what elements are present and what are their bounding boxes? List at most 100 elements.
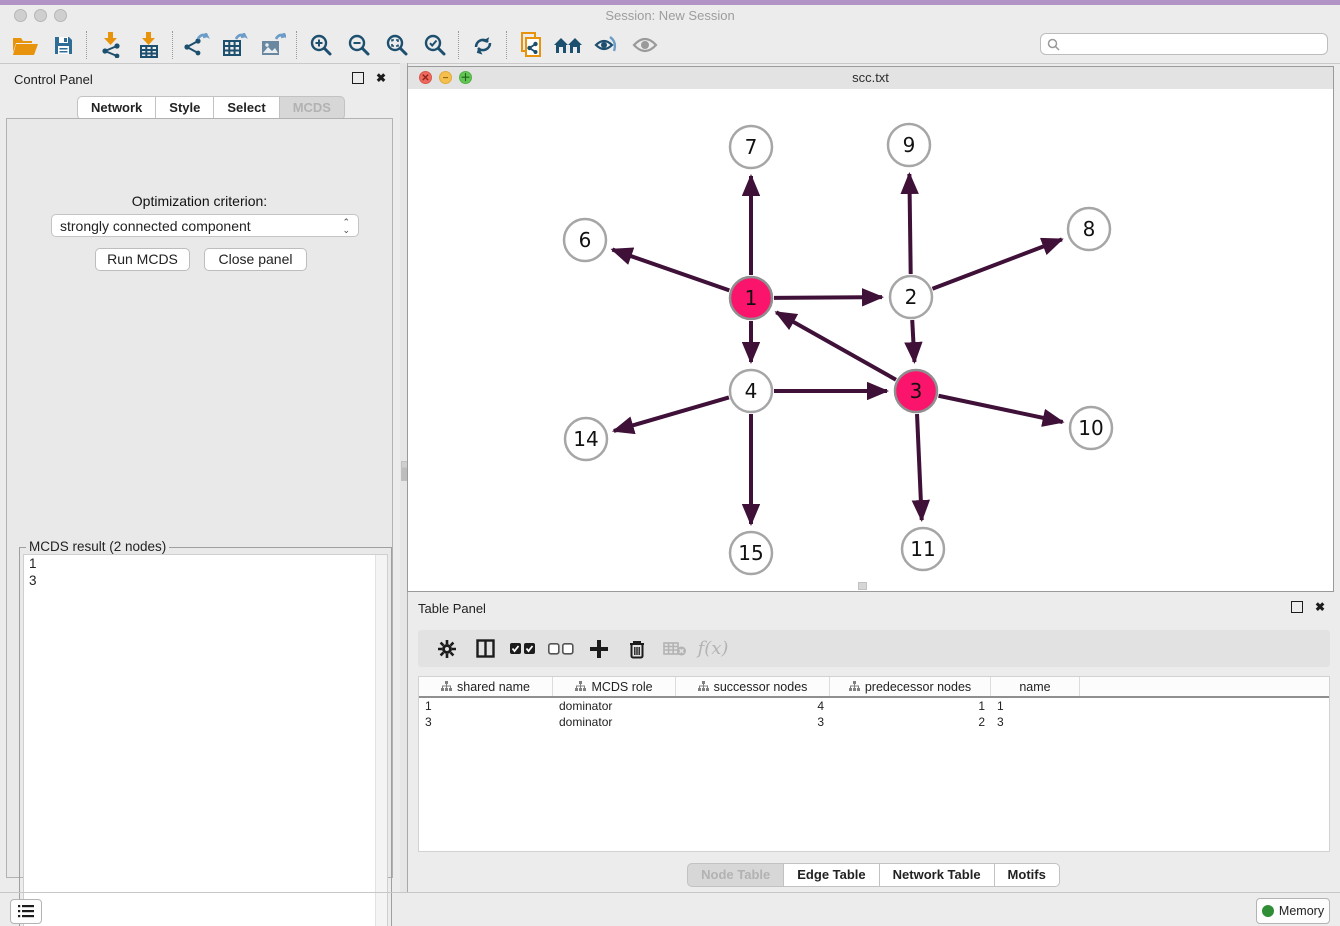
task-history-button[interactable] [10,899,42,924]
hierarchy-icon [849,681,860,692]
network-window-titlebar[interactable]: ✕ − ＋ scc.txt [408,67,1333,90]
table-row[interactable]: 3dominator323 [419,714,1329,730]
clone-network-icon[interactable] [512,29,550,61]
graph-node-label: 3 [910,379,923,403]
column-header-name[interactable]: name [991,677,1080,696]
zoom-in-icon[interactable] [302,29,340,61]
column-header-successor-nodes[interactable]: successor nodes [676,677,830,696]
table-row[interactable]: 1dominator411 [419,698,1329,714]
zoom-out-icon[interactable] [340,29,378,61]
graph-edge-2-9[interactable] [909,174,910,274]
status-bar: Memory [0,892,1340,926]
close-panel-icon[interactable]: ✖ [374,72,388,86]
table-cell[interactable]: dominator [553,714,676,730]
select-all-checkbox-icon[interactable] [504,634,542,664]
graph-edge-4-14[interactable] [614,397,729,430]
close-table-panel-icon[interactable]: ✖ [1313,601,1327,615]
graph-node-label: 14 [573,427,598,451]
tab-mcds[interactable]: MCDS [280,96,345,120]
refresh-icon[interactable] [464,29,502,61]
control-panel-title: Control Panel [14,72,93,87]
graph-node-label: 1 [745,286,758,310]
search-box[interactable] [1040,33,1328,55]
column-header-empty [1080,677,1329,696]
mcds-result-line: 3 [24,572,387,589]
column-header-predecessor-nodes[interactable]: predecessor nodes [830,677,991,696]
function-builder-icon: f(x) [694,634,732,664]
table-panel-title: Table Panel [418,601,486,616]
hierarchy-icon [698,681,709,692]
export-network-icon[interactable] [178,29,216,61]
mcds-result-list[interactable]: 1 3 [23,554,388,926]
export-image-icon[interactable] [254,29,292,61]
optimization-criterion-label: Optimization criterion: [7,193,392,209]
node-table: shared nameMCDS rolesuccessor nodesprede… [418,676,1330,852]
table-cell[interactable]: 3 [991,714,1080,730]
zoom-selected-icon[interactable] [416,29,454,61]
tab-network[interactable]: Network [77,96,156,120]
graph-edge-2-3[interactable] [912,320,914,362]
tab-select[interactable]: Select [214,96,279,120]
graph-edge-2-8[interactable] [932,239,1061,288]
table-cell[interactable]: 1 [991,698,1080,714]
save-icon[interactable] [44,29,82,61]
split-columns-icon[interactable] [466,634,504,664]
memory-button[interactable]: Memory [1256,898,1330,924]
table-cell[interactable]: dominator [553,698,676,714]
add-column-icon[interactable] [580,634,618,664]
network-view-title: scc.txt [408,70,1333,85]
float-panel-icon[interactable] [352,72,366,86]
table-cell[interactable]: 4 [676,698,830,714]
home-overview-icon[interactable] [550,29,588,61]
zoom-fit-icon[interactable] [378,29,416,61]
column-header-MCDS-role[interactable]: MCDS role [553,677,676,696]
search-input[interactable] [1064,36,1327,52]
graph-edge-3-1[interactable] [776,312,896,379]
tab-motifs[interactable]: Motifs [995,863,1060,887]
table-panel-tabs: Node TableEdge TableNetwork TableMotifs [407,863,1340,887]
toolbar-separator [86,31,88,59]
hierarchy-icon [441,681,452,692]
graph-node-label: 11 [910,537,935,561]
titlebar: Session: New Session [0,5,1340,27]
table-cell[interactable]: 3 [676,714,830,730]
network-canvas[interactable]: 1234678910111415 [408,89,1333,591]
eye-icon[interactable] [626,29,664,61]
float-table-panel-icon[interactable] [1291,601,1305,615]
graph-edge-3-10[interactable] [939,396,1063,422]
network-view-window: ✕ − ＋ scc.txt 1234678910111415 [407,66,1334,592]
canvas-grip[interactable] [858,582,867,590]
graph-edge-1-6[interactable] [612,250,729,291]
run-mcds-button[interactable]: Run MCDS [95,248,190,271]
criterion-selected-value: strongly connected component [60,218,251,234]
table-cell[interactable]: 1 [419,698,553,714]
import-network-icon[interactable] [92,29,130,61]
chevron-up-down-icon: ⌃⌄ [342,218,350,234]
table-cell[interactable]: 2 [830,714,991,730]
gear-icon[interactable] [428,634,466,664]
hide-panels-icon[interactable] [588,29,626,61]
open-folder-icon[interactable] [6,29,44,61]
network-graph[interactable]: 1234678910111415 [408,89,1333,591]
tab-network-table[interactable]: Network Table [880,863,995,887]
graph-edge-3-11[interactable] [917,414,922,520]
graph-node-label: 7 [745,135,758,159]
memory-status-dot [1262,905,1274,917]
criterion-select[interactable]: strongly connected component ⌃⌄ [51,214,359,237]
table-cell[interactable]: 1 [830,698,991,714]
tab-style[interactable]: Style [156,96,214,120]
deselect-checkbox-icon[interactable] [542,634,580,664]
table-header-row: shared nameMCDS rolesuccessor nodesprede… [419,677,1329,698]
import-table-icon[interactable] [130,29,168,61]
graph-edge-1-2[interactable] [774,297,882,298]
export-table-icon[interactable] [216,29,254,61]
close-panel-button[interactable]: Close panel [204,248,307,271]
hierarchy-icon [575,681,586,692]
tab-node-table[interactable]: Node Table [687,863,784,887]
result-scrollbar[interactable] [375,555,387,926]
mcds-panel: Optimization criterion: strongly connect… [6,118,393,878]
table-cell[interactable]: 3 [419,714,553,730]
column-header-shared-name[interactable]: shared name [419,677,553,696]
delete-icon[interactable] [618,634,656,664]
tab-edge-table[interactable]: Edge Table [784,863,879,887]
